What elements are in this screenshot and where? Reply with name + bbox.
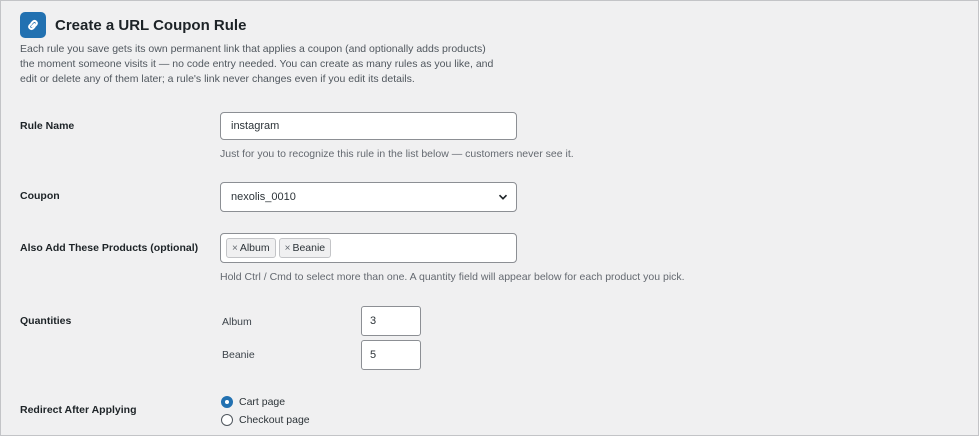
rule-name-label: Rule Name (20, 120, 75, 132)
page-title: Create a URL Coupon Rule (55, 16, 247, 34)
header: Create a URL Coupon Rule (20, 12, 246, 38)
quantity-value: 5 (370, 349, 377, 361)
chip-label: Album (239, 242, 270, 254)
quantities-label: Quantities (20, 315, 72, 327)
product-chip-beanie[interactable]: × Beanie (278, 238, 332, 258)
remove-icon[interactable]: × (285, 243, 291, 254)
radio-unchecked-icon[interactable] (221, 414, 233, 426)
coupon-select[interactable]: nexolis_0010 (220, 182, 517, 212)
radio-label: Checkout page (239, 414, 310, 426)
products-description: Hold Ctrl / Cmd to select more than one.… (220, 271, 685, 283)
redirect-option-checkout[interactable]: Checkout page (221, 414, 310, 426)
settings-panel: Create a URL Coupon Rule Each rule you s… (0, 0, 979, 436)
product-chip-album[interactable]: × Album (226, 238, 276, 258)
radio-checked-icon[interactable] (221, 396, 233, 408)
rule-name-value: instagram (231, 120, 280, 132)
quantity-value: 3 (370, 315, 377, 327)
quantity-input-beanie[interactable]: 5 (361, 340, 421, 370)
coupon-selected-value: nexolis_0010 (231, 191, 296, 203)
quantity-label-album: Album (222, 316, 252, 328)
link-icon (20, 12, 46, 38)
products-multiselect[interactable]: × Album × Beanie (220, 233, 517, 263)
remove-icon[interactable]: × (232, 243, 238, 254)
redirect-option-cart[interactable]: Cart page (221, 396, 285, 408)
rule-name-description: Just for you to recognize this rule in t… (220, 148, 574, 160)
quantity-input-album[interactable]: 3 (361, 306, 421, 336)
chevron-down-icon (498, 192, 508, 205)
intro-text: Each rule you save gets its own permanen… (20, 43, 494, 85)
radio-label: Cart page (239, 396, 286, 408)
redirect-label: Redirect After Applying (20, 404, 137, 416)
rule-name-input[interactable]: instagram (220, 112, 517, 140)
coupon-label: Coupon (20, 190, 60, 202)
chip-label: Beanie (292, 242, 326, 254)
quantity-label-beanie: Beanie (222, 349, 255, 361)
products-label: Also Add These Products (optional) (20, 242, 199, 254)
